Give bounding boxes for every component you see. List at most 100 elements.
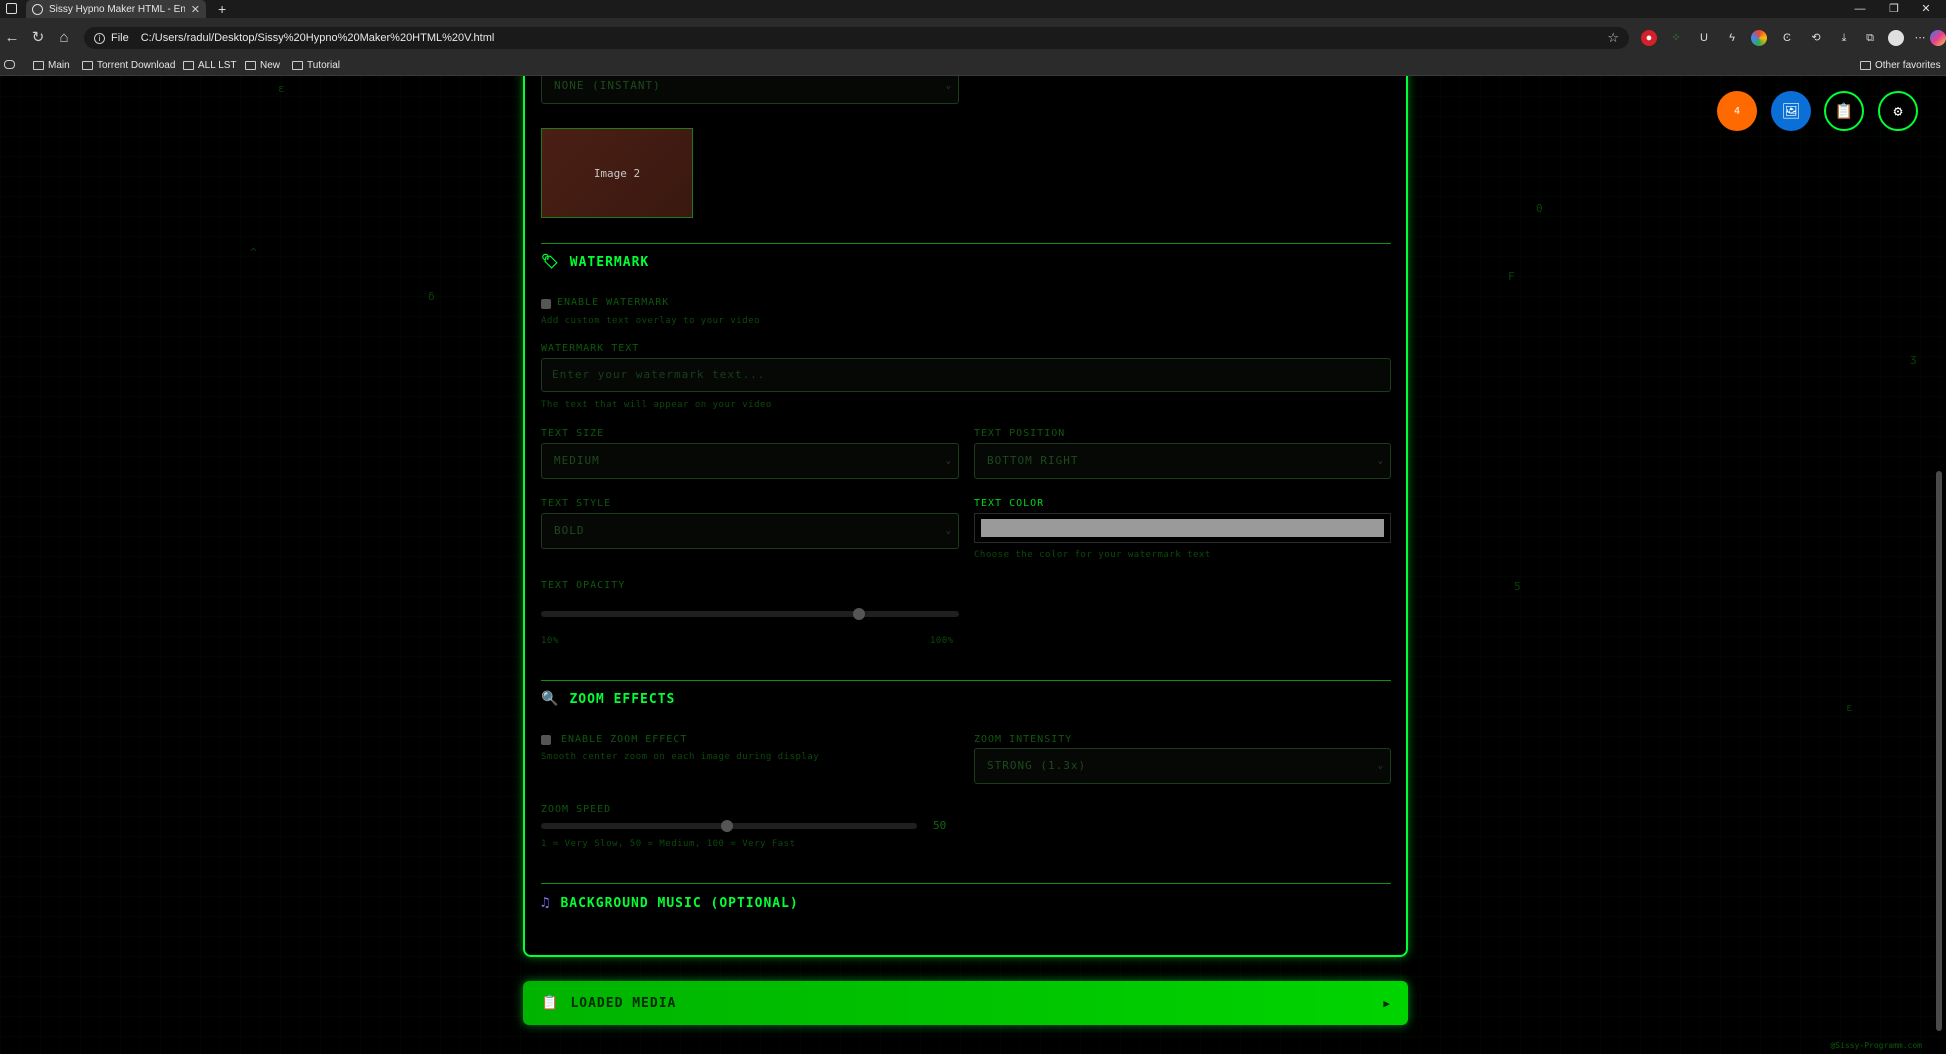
close-window-button[interactable]: ✕ bbox=[1906, 0, 1946, 18]
url-text[interactable]: C:/Users/radul/Desktop/Sissy%20Hypno%20M… bbox=[141, 32, 495, 44]
color-swatch bbox=[981, 519, 1384, 537]
chevron-down-icon: ⌄ bbox=[1377, 761, 1384, 771]
history-icon[interactable]: ⟲ bbox=[1808, 30, 1824, 46]
music-section-title[interactable]: ♫ BACKGROUND MUSIC (OPTIONAL) bbox=[541, 895, 799, 911]
text-position-select[interactable]: BOTTOM RIGHT ⌄ bbox=[974, 443, 1391, 479]
bookmark-tutorial[interactable]: Tutorial bbox=[292, 60, 340, 71]
new-tab-button[interactable]: + bbox=[218, 0, 226, 18]
text-style-label: TEXT STYLE bbox=[541, 498, 612, 509]
matrix-glyph: F bbox=[1508, 270, 1515, 283]
enable-watermark-label: ENABLE WATERMARK bbox=[557, 297, 670, 308]
clipboard-icon: 📋 bbox=[541, 995, 559, 1011]
bookmark-other-favorites[interactable]: Other favorites bbox=[1860, 60, 1941, 71]
notepad-icon: 📋 bbox=[1834, 102, 1854, 120]
settings-panel: NONE (INSTANT) ⌄ Image 2 🏷 WATERMARK ENA… bbox=[523, 76, 1408, 957]
enable-watermark-checkbox[interactable] bbox=[541, 299, 551, 309]
loaded-media-toggle[interactable]: 📋 LOADED MEDIA ▶ bbox=[523, 981, 1408, 1025]
info-icon[interactable]: i bbox=[94, 32, 105, 44]
zoom-intensity-select[interactable]: STRONG (1.3x) ⌄ bbox=[974, 748, 1391, 784]
matrix-glyph: ^ bbox=[250, 246, 257, 259]
bookmark-main[interactable]: Main bbox=[33, 60, 70, 71]
enable-watermark-hint: Add custom text overlay to your video bbox=[541, 316, 760, 326]
expand-arrow-icon: ▶ bbox=[1383, 996, 1390, 1010]
address-bar[interactable]: i File C:/Users/radul/Desktop/Sissy%20Hy… bbox=[84, 27, 1629, 49]
refresh-button[interactable]: ↻ bbox=[28, 28, 48, 48]
folder-icon bbox=[33, 61, 44, 70]
browser-tab[interactable]: Sissy Hypno Maker HTML - Enhan ✕ bbox=[26, 0, 206, 18]
tab-title: Sissy Hypno Maker HTML - Enhan bbox=[49, 3, 185, 15]
zoom-speed-slider[interactable] bbox=[541, 820, 917, 832]
text-color-picker[interactable] bbox=[974, 513, 1391, 543]
tab-bar: Sissy Hypno Maker HTML - Enhan ✕ + — ❐ ✕ bbox=[0, 0, 1946, 18]
enable-zoom-checkbox[interactable] bbox=[541, 735, 551, 745]
slider-handle[interactable] bbox=[852, 608, 865, 620]
page-scrollbar[interactable] bbox=[1936, 76, 1942, 1054]
scrollbar-thumb[interactable] bbox=[1936, 471, 1942, 1031]
more-menu-icon[interactable]: ⋯ bbox=[1912, 30, 1928, 46]
text-position-label: TEXT POSITION bbox=[974, 428, 1066, 439]
bookmark-torrent-download[interactable]: Torrent Download bbox=[82, 60, 175, 71]
transition-select[interactable]: NONE (INSTANT) ⌄ bbox=[541, 76, 959, 104]
page-content: ε ^ δ 0 F ʒ 5 ε NONE (INSTANT) ⌄ Image 2… bbox=[0, 76, 1946, 1054]
extension-red-icon[interactable]: ● bbox=[1641, 30, 1657, 46]
download-icon[interactable]: ⤓ bbox=[1836, 30, 1852, 46]
folder-icon bbox=[1860, 61, 1871, 70]
section-divider bbox=[541, 680, 1391, 681]
zoom-speed-label: ZOOM SPEED bbox=[541, 804, 612, 815]
extension-bolt-icon[interactable]: ϟ bbox=[1724, 30, 1740, 46]
back-button[interactable]: ← bbox=[2, 28, 22, 48]
screenshot-icon[interactable]: ⧉ bbox=[1862, 30, 1878, 46]
bookmarks-toggle-icon[interactable] bbox=[4, 60, 15, 69]
text-opacity-slider[interactable] bbox=[541, 608, 959, 620]
enable-zoom-hint: Smooth center zoom on each image during … bbox=[541, 752, 820, 762]
slider-handle[interactable] bbox=[721, 820, 734, 832]
extension-grid-icon[interactable]: ⁘ bbox=[1668, 30, 1684, 46]
chevron-down-icon: ⌄ bbox=[945, 456, 952, 466]
watermark-text-hint: The text that will appear on your video bbox=[541, 400, 772, 410]
home-button[interactable]: ⌂ bbox=[54, 28, 74, 48]
matrix-glyph: 0 bbox=[1536, 202, 1543, 215]
watermark-section-title: 🏷 WATERMARK bbox=[541, 254, 650, 270]
extension-c-icon[interactable]: Ͼ bbox=[1779, 30, 1795, 46]
text-size-select[interactable]: MEDIUM ⌄ bbox=[541, 443, 959, 479]
enable-zoom-label: ENABLE ZOOM EFFECT bbox=[561, 734, 688, 745]
text-color-label: TEXT COLOR bbox=[974, 498, 1045, 509]
zoom-intensity-label: ZOOM INTENSITY bbox=[974, 734, 1073, 745]
opacity-min-label: 10% bbox=[541, 636, 559, 646]
bookmark-all-lst[interactable]: ALL LST bbox=[183, 60, 237, 71]
bookmarks-bar: Main Torrent Download ALL LST New Tutori… bbox=[0, 58, 1946, 76]
notification-badge-button[interactable]: 4 bbox=[1717, 91, 1757, 131]
extension-color-icon[interactable] bbox=[1751, 30, 1767, 46]
url-scheme: File bbox=[111, 32, 129, 44]
extension-u-icon[interactable]: U bbox=[1696, 30, 1712, 46]
settings-button[interactable]: ⚙ bbox=[1878, 91, 1918, 131]
matrix-glyph: ε bbox=[278, 82, 285, 95]
matrix-glyph: ε bbox=[1846, 701, 1853, 714]
tag-icon: 🏷 bbox=[541, 254, 560, 270]
watermark-text-input[interactable]: Enter your watermark text... bbox=[541, 358, 1391, 392]
section-divider bbox=[541, 243, 1391, 244]
favorite-star-icon[interactable]: ☆ bbox=[1607, 30, 1619, 46]
notes-button[interactable]: 📋 bbox=[1824, 91, 1864, 131]
copilot-icon[interactable] bbox=[1930, 30, 1946, 46]
folder-icon bbox=[245, 61, 256, 70]
opacity-max-label: 100% bbox=[930, 636, 954, 646]
sidebar-toggle-icon[interactable] bbox=[6, 3, 17, 14]
text-opacity-label: TEXT OPACITY bbox=[541, 580, 626, 591]
music-note-icon: ♫ bbox=[541, 895, 551, 911]
profile-avatar[interactable] bbox=[1888, 30, 1904, 46]
chevron-down-icon: ⌄ bbox=[945, 81, 952, 91]
watermark-text-label: WATERMARK TEXT bbox=[541, 343, 640, 354]
gear-icon: ⚙ bbox=[1893, 102, 1903, 120]
folder-icon bbox=[292, 61, 303, 70]
magnifier-icon: 🔍 bbox=[541, 691, 560, 707]
text-color-hint: Choose the color for your watermark text bbox=[974, 550, 1211, 560]
gallery-button[interactable]: 🖼 bbox=[1771, 91, 1811, 131]
image-thumbnail[interactable]: Image 2 bbox=[541, 128, 693, 218]
matrix-glyph: ʒ bbox=[1910, 352, 1917, 365]
section-divider bbox=[541, 883, 1391, 884]
bookmark-new[interactable]: New bbox=[245, 60, 280, 71]
close-tab-icon[interactable]: ✕ bbox=[191, 3, 200, 16]
text-style-select[interactable]: BOLD ⌄ bbox=[541, 513, 959, 549]
matrix-glyph: 5 bbox=[1514, 580, 1521, 593]
